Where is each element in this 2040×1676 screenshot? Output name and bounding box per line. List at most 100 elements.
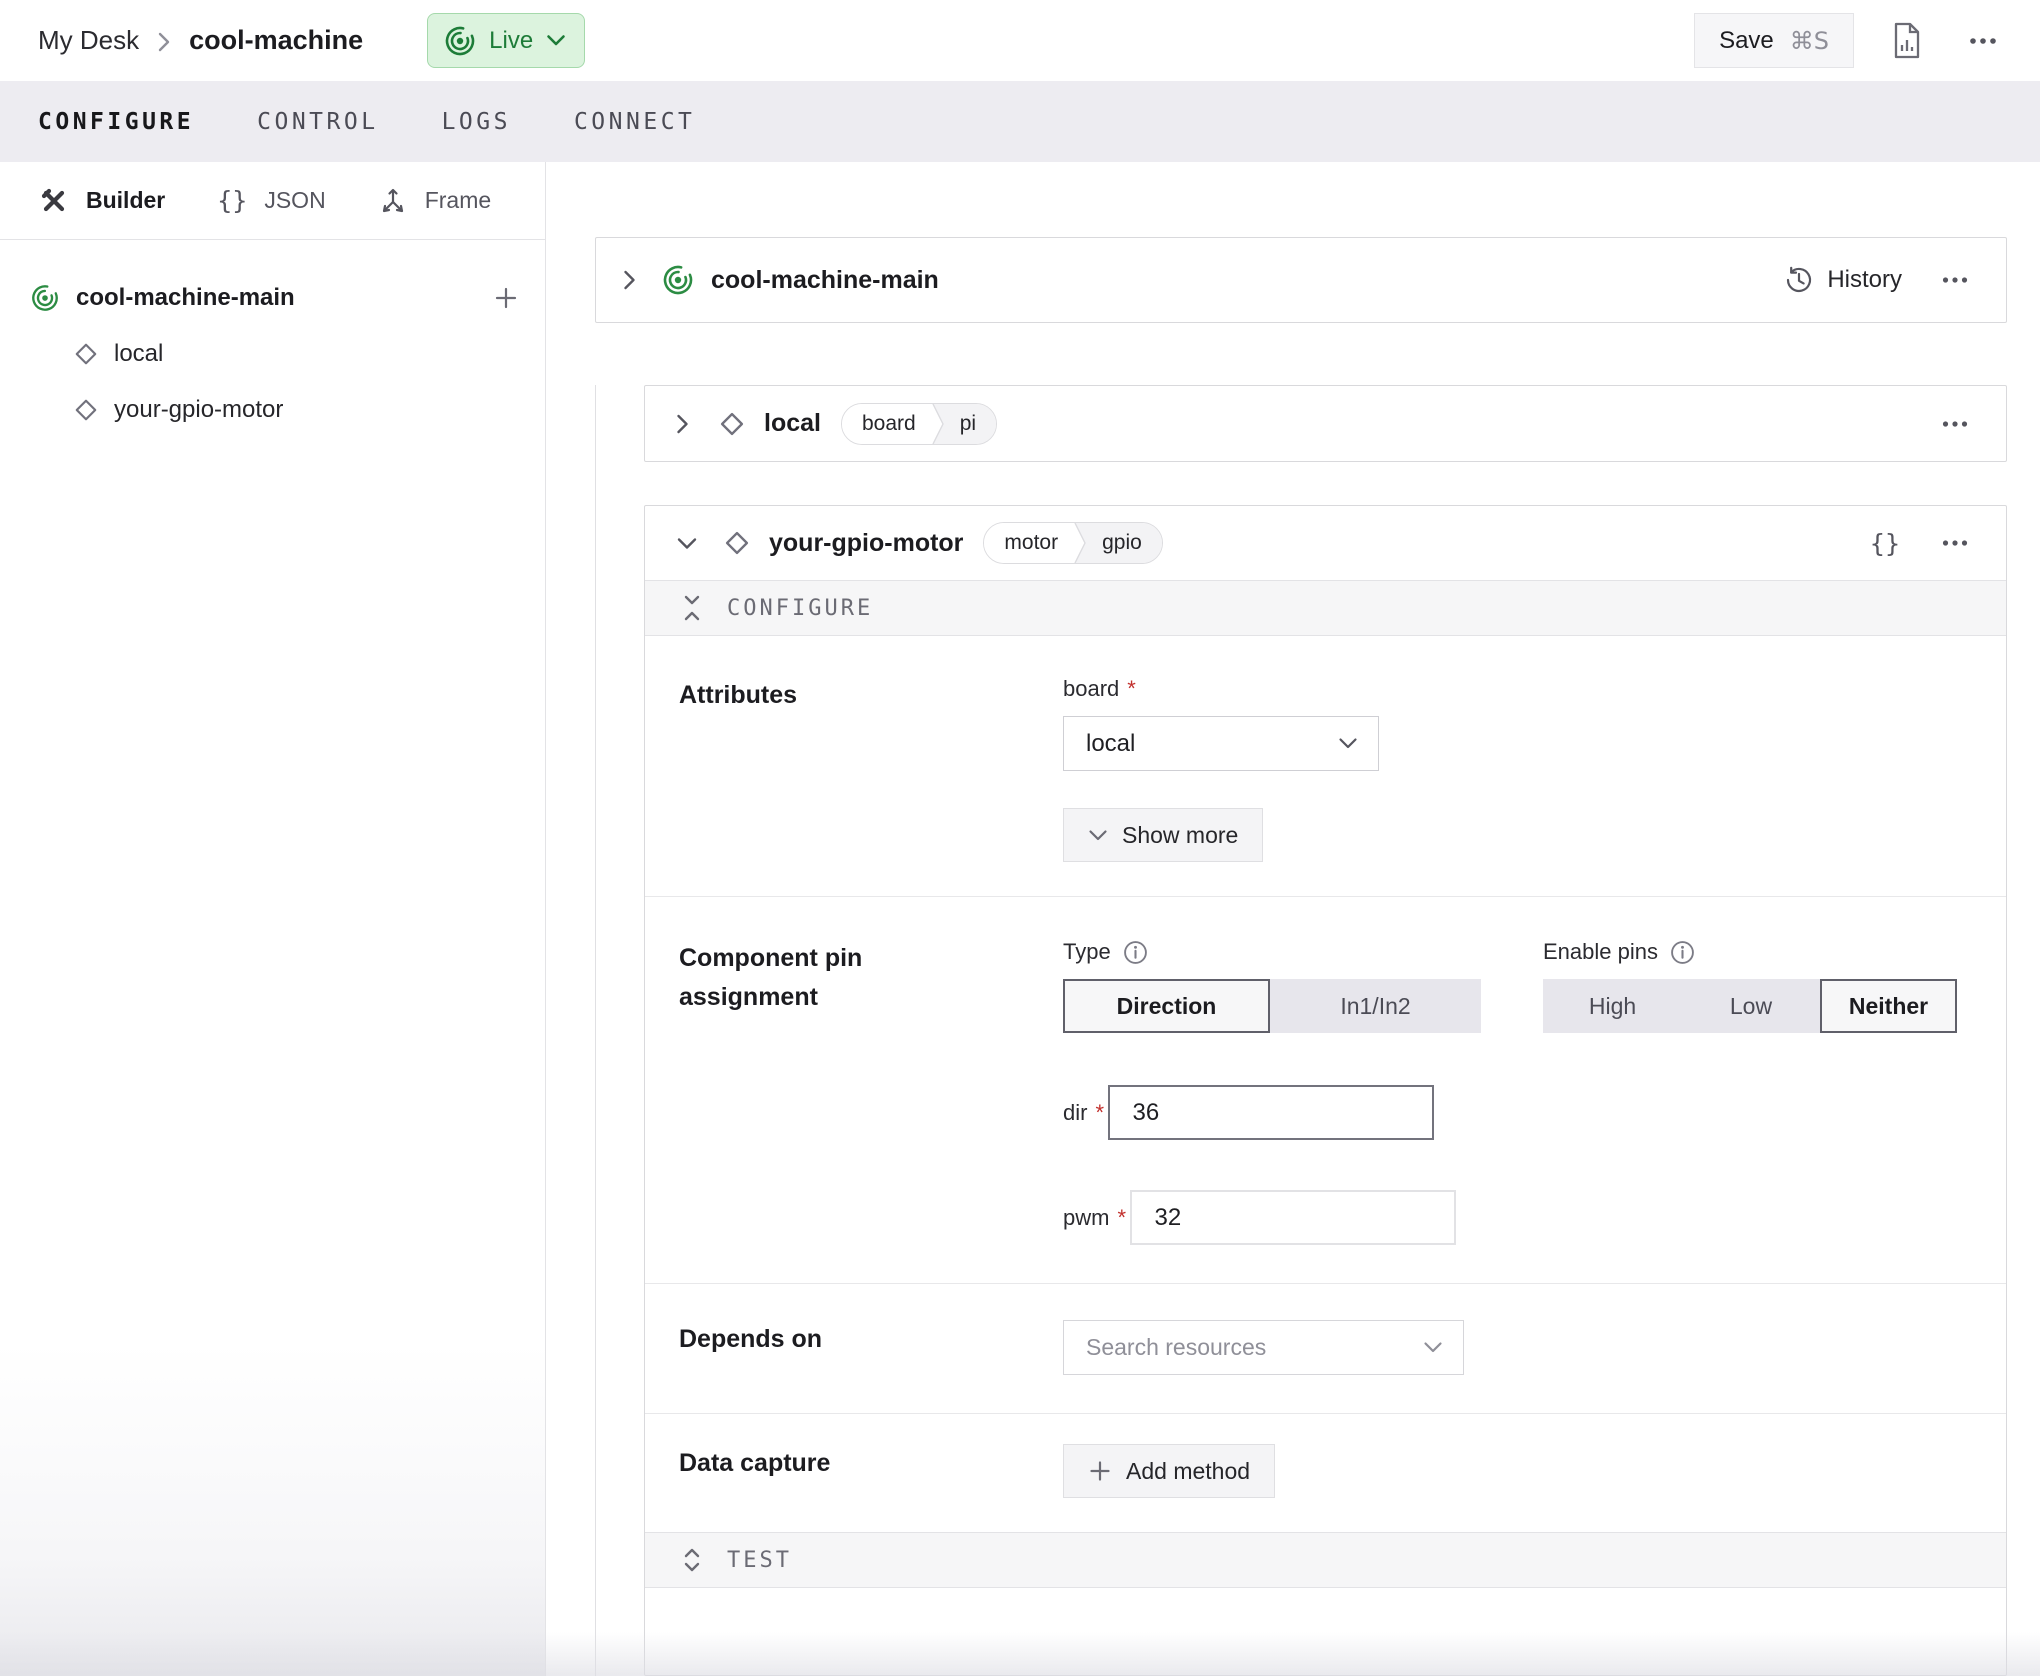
local-card-title: local	[764, 409, 821, 438]
required-marker: *	[1117, 1205, 1126, 1231]
type-group: Type Direction In1/In2	[1063, 939, 1481, 1033]
add-method-button[interactable]: Add method	[1063, 1444, 1275, 1498]
type-model-tag: motor gpio	[983, 522, 1162, 564]
pin-assignment-label: Component pin assignment	[679, 939, 914, 1017]
machine-children: local board pi	[595, 385, 2007, 1676]
expand-chevron-right-icon[interactable]	[622, 268, 637, 292]
test-section-label: TEST	[727, 1548, 792, 1573]
show-more-button[interactable]: Show more	[1063, 808, 1263, 862]
tab-control[interactable]: CONTROL	[257, 109, 378, 135]
machine-report-button[interactable]	[1884, 18, 1930, 64]
required-marker: *	[1095, 1100, 1104, 1126]
enable-pins-label: Enable pins	[1543, 939, 1658, 965]
view-json[interactable]: {} JSON	[217, 186, 325, 215]
configure-section-label: CONFIGURE	[727, 596, 873, 621]
tree-child-label: your-gpio-motor	[114, 396, 283, 424]
test-section-header[interactable]: TEST	[645, 1532, 2006, 1588]
chevron-down-icon	[1338, 737, 1358, 750]
chevron-down-icon	[1088, 829, 1108, 842]
header-overflow-menu-button[interactable]	[1960, 18, 2006, 64]
enable-option-neither[interactable]: Neither	[1820, 979, 1957, 1033]
tree-child-label: local	[114, 340, 163, 368]
tree-item-your-gpio-motor[interactable]: your-gpio-motor	[0, 382, 545, 438]
depends-on-section: Depends on Search resources	[645, 1284, 2006, 1413]
gpio-motor-card-header: your-gpio-motor motor gpio {}	[645, 506, 2006, 580]
tab-configure[interactable]: CONFIGURE	[38, 109, 194, 135]
tree-item-local[interactable]: local	[0, 326, 545, 382]
info-icon[interactable]	[1670, 940, 1695, 965]
enable-option-high[interactable]: High	[1543, 979, 1682, 1033]
json-braces-icon: {}	[217, 186, 247, 215]
configure-section-header[interactable]: CONFIGURE	[645, 580, 2006, 636]
board-field-label: board	[1063, 676, 1119, 702]
primary-tabbar: CONFIGURE CONTROL LOGS CONNECT	[0, 81, 2040, 162]
attributes-section: Attributes board * local	[645, 636, 2006, 896]
motor-json-toggle-button[interactable]: {}	[1862, 521, 1908, 566]
expand-chevron-right-icon[interactable]	[675, 412, 690, 436]
chevron-down-icon	[1423, 1341, 1443, 1354]
board-select[interactable]: local	[1063, 716, 1379, 771]
save-shortcut: ⌘S	[1790, 27, 1829, 55]
tag-type: board	[842, 404, 932, 444]
enable-option-low[interactable]: Low	[1682, 979, 1820, 1033]
component-diamond-icon	[72, 340, 100, 368]
history-label: History	[1827, 266, 1902, 294]
depends-on-select[interactable]: Search resources	[1063, 1320, 1464, 1375]
machine-part-card: cool-machine-main History	[595, 237, 2007, 323]
pwm-pin-input[interactable]	[1130, 1190, 1456, 1245]
dir-pin-input[interactable]	[1108, 1085, 1434, 1140]
sidebar: Builder {} JSON Frame	[0, 162, 546, 1676]
history-clock-icon	[1784, 265, 1814, 295]
pin-assignment-section: Component pin assignment Type	[645, 897, 2006, 1283]
machine-status-dropdown[interactable]: Live	[427, 13, 585, 68]
save-button[interactable]: Save ⌘S	[1694, 13, 1854, 68]
motor-card-menu-button[interactable]	[1934, 531, 1976, 555]
resource-tree: cool-machine-main local your-gpio-motor	[0, 240, 545, 438]
dir-field-label: dir	[1063, 1100, 1087, 1126]
tab-connect[interactable]: CONNECT	[574, 109, 695, 135]
depends-on-placeholder: Search resources	[1086, 1334, 1266, 1361]
app-root: My Desk cool-machine Live Save ⌘S	[0, 0, 2040, 1676]
enable-pins-group: Enable pins High Low Neither	[1543, 939, 1957, 1033]
breadcrumb-current: cool-machine	[189, 25, 363, 56]
breadcrumb: My Desk cool-machine Live	[38, 13, 585, 68]
machine-part-title: cool-machine-main	[711, 266, 939, 295]
machine-part-icon	[662, 264, 694, 296]
tree-item-machine-main[interactable]: cool-machine-main	[0, 270, 545, 326]
pwm-field-label: pwm	[1063, 1205, 1109, 1231]
collapse-chevron-down-icon[interactable]	[675, 536, 699, 551]
history-button[interactable]: History	[1784, 265, 1902, 295]
braces-icon: {}	[1870, 529, 1900, 558]
save-button-label: Save	[1719, 27, 1774, 55]
data-capture-label: Data capture	[679, 1444, 914, 1483]
ellipsis-icon	[1969, 37, 1997, 45]
component-diamond-icon	[717, 409, 747, 439]
component-diamond-icon	[72, 396, 100, 424]
type-option-direction[interactable]: Direction	[1063, 979, 1270, 1033]
info-icon[interactable]	[1123, 940, 1148, 965]
view-frame[interactable]: Frame	[378, 186, 491, 216]
local-card-menu-button[interactable]	[1934, 412, 1976, 436]
machine-card-menu-button[interactable]	[1934, 268, 1976, 292]
tab-logs[interactable]: LOGS	[442, 109, 511, 135]
type-option-in1in2[interactable]: In1/In2	[1270, 979, 1481, 1033]
tag-model: gpio	[1090, 523, 1162, 563]
ellipsis-icon	[1942, 276, 1968, 284]
add-component-icon[interactable]	[493, 285, 519, 311]
gpio-motor-card: your-gpio-motor motor gpio {}	[644, 505, 2007, 1676]
view-frame-label: Frame	[425, 187, 491, 214]
ellipsis-icon	[1942, 420, 1968, 428]
plus-icon	[1088, 1459, 1112, 1483]
tag-type: motor	[984, 523, 1074, 563]
board-select-value: local	[1086, 730, 1135, 758]
component-diamond-icon	[722, 528, 752, 558]
chevron-down-icon	[546, 34, 566, 47]
type-model-tag: board pi	[841, 403, 997, 445]
expand-vertical-icon	[681, 1545, 703, 1575]
tag-separator-icon	[1074, 523, 1090, 563]
builder-canvas: cool-machine-main History	[546, 162, 2040, 1676]
breadcrumb-separator-icon	[157, 31, 171, 53]
view-json-label: JSON	[264, 187, 325, 214]
view-builder[interactable]: Builder	[39, 186, 165, 216]
breadcrumb-parent[interactable]: My Desk	[38, 25, 139, 56]
